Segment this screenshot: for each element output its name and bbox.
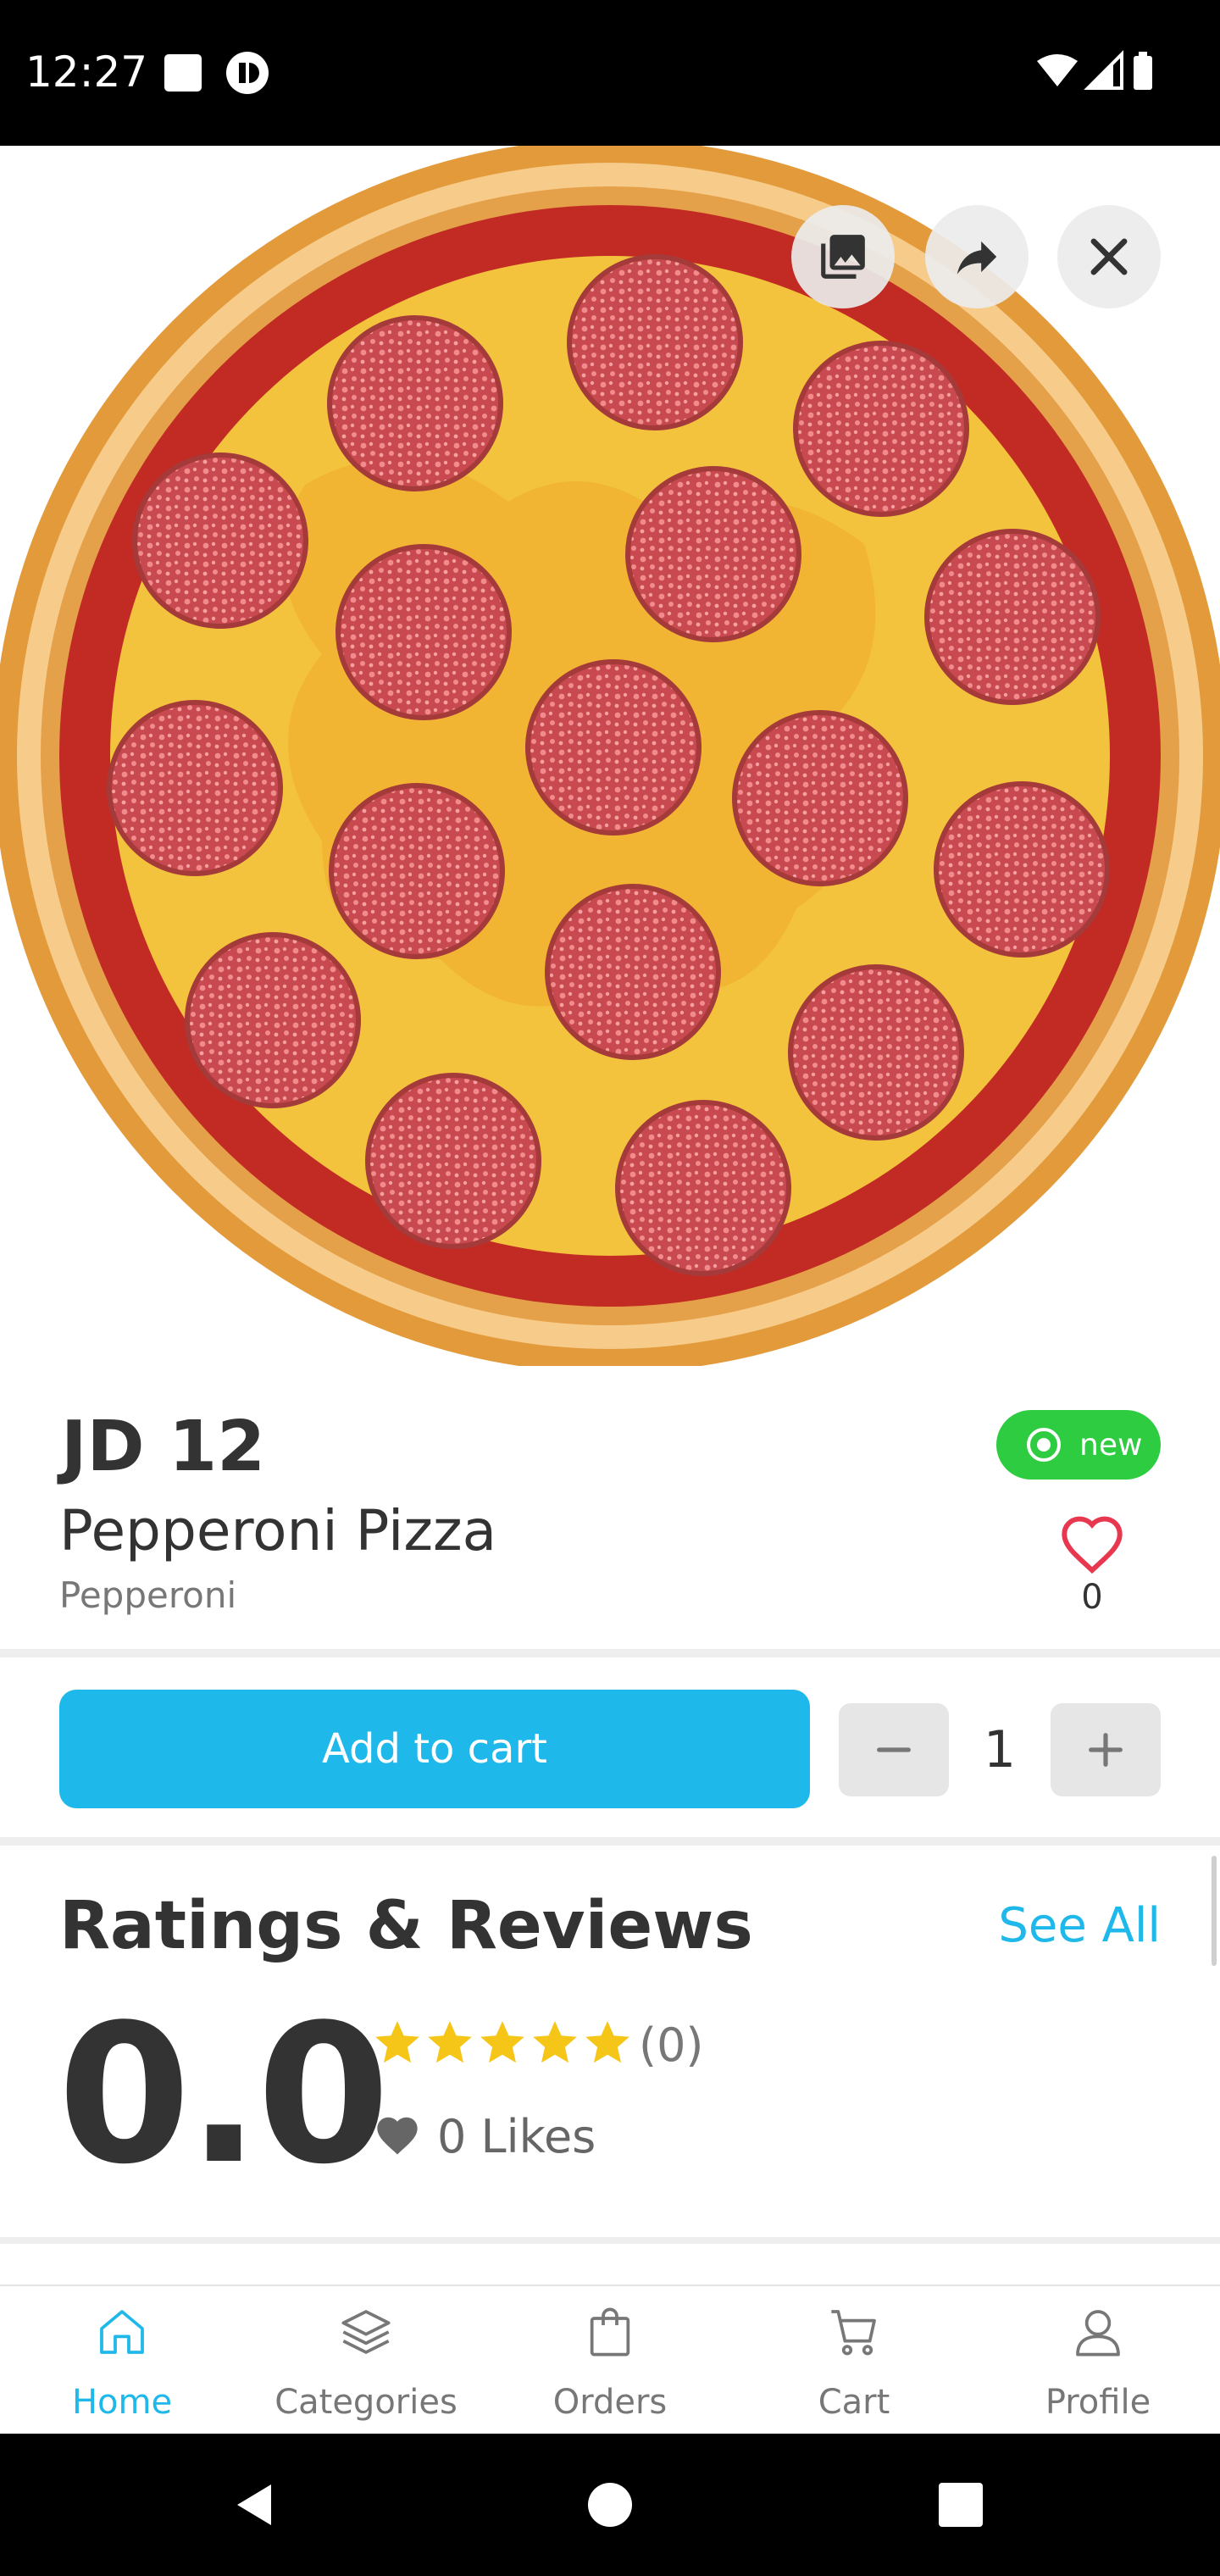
bag-icon [590, 2307, 630, 2357]
heart-filled-icon [377, 2117, 418, 2155]
nav-label: Home [71, 2383, 173, 2422]
heart-outline-icon[interactable] [1057, 1513, 1127, 1574]
average-rating: 0.0 [58, 1984, 390, 2207]
nav-profile[interactable]: Profile [976, 2286, 1220, 2435]
back-icon[interactable] [220, 2471, 288, 2539]
notification-icon [164, 54, 202, 92]
product-name: Pepperoni Pizza [59, 1498, 497, 1563]
star-rating [371, 2017, 634, 2069]
section-divider [0, 1837, 1220, 1846]
minus-icon [877, 1747, 911, 1752]
star-icon [375, 2021, 419, 2063]
rating-count: (0) [639, 2018, 704, 2072]
product-subname: Pepperoni [59, 1574, 237, 1616]
see-all-link[interactable]: See All [998, 1898, 1161, 1953]
add-to-cart-button[interactable]: Add to cart [59, 1690, 810, 1808]
quantity-value: 1 [983, 1720, 1017, 1779]
nav-categories[interactable]: Categories [244, 2286, 488, 2435]
share-button[interactable] [925, 205, 1029, 308]
system-status-icons [1037, 50, 1152, 90]
star-icon [533, 2021, 577, 2063]
nav-label: Categories [274, 2383, 458, 2422]
close-icon [1090, 238, 1128, 275]
app-notification-icon [226, 52, 269, 94]
recents-icon[interactable] [927, 2471, 995, 2539]
home-system-icon[interactable] [576, 2471, 644, 2539]
close-button[interactable] [1057, 205, 1161, 308]
cart-icon [831, 2310, 876, 2356]
like-count: 0 [1081, 1578, 1103, 1617]
radio-dot-icon [1027, 1428, 1061, 1462]
product-image [0, 146, 1220, 1366]
nav-orders[interactable]: Orders [488, 2286, 732, 2435]
bottom-navigation: Home Categories Orders Cart Profile [0, 2285, 1220, 2434]
layers-icon [341, 2310, 391, 2354]
star-icon [480, 2021, 524, 2063]
nav-label: Orders [552, 2383, 668, 2422]
product-price: JD 12 [61, 1407, 266, 1487]
badge-label: new [1079, 1427, 1143, 1463]
gallery-button[interactable] [791, 205, 895, 308]
share-icon [957, 241, 997, 275]
system-navigation-bar [0, 2434, 1220, 2576]
section-divider [0, 1649, 1220, 1657]
ratings-title: Ratings & Reviews [59, 1888, 753, 1964]
status-time: 12:27 [25, 47, 148, 97]
increase-quantity-button[interactable] [1051, 1703, 1161, 1796]
status-bar: 12:27 [0, 0, 1220, 146]
gallery-icon [821, 235, 865, 279]
nav-home[interactable]: Home [0, 2286, 244, 2435]
scrollbar [1212, 1856, 1217, 1966]
nav-label: Cart [818, 2383, 890, 2422]
nav-cart[interactable]: Cart [732, 2286, 976, 2435]
star-icon [428, 2021, 472, 2063]
home-icon [100, 2310, 144, 2354]
user-icon [1076, 2310, 1120, 2357]
decrease-quantity-button[interactable] [839, 1703, 949, 1796]
pizza-illustration [0, 146, 1220, 1366]
nav-label: Profile [1045, 2383, 1151, 2422]
section-divider [0, 2237, 1220, 2244]
likes-text: 0 Likes [437, 2110, 596, 2163]
new-badge: new [996, 1410, 1161, 1480]
plus-icon [1089, 1733, 1123, 1767]
star-icon [585, 2021, 629, 2063]
